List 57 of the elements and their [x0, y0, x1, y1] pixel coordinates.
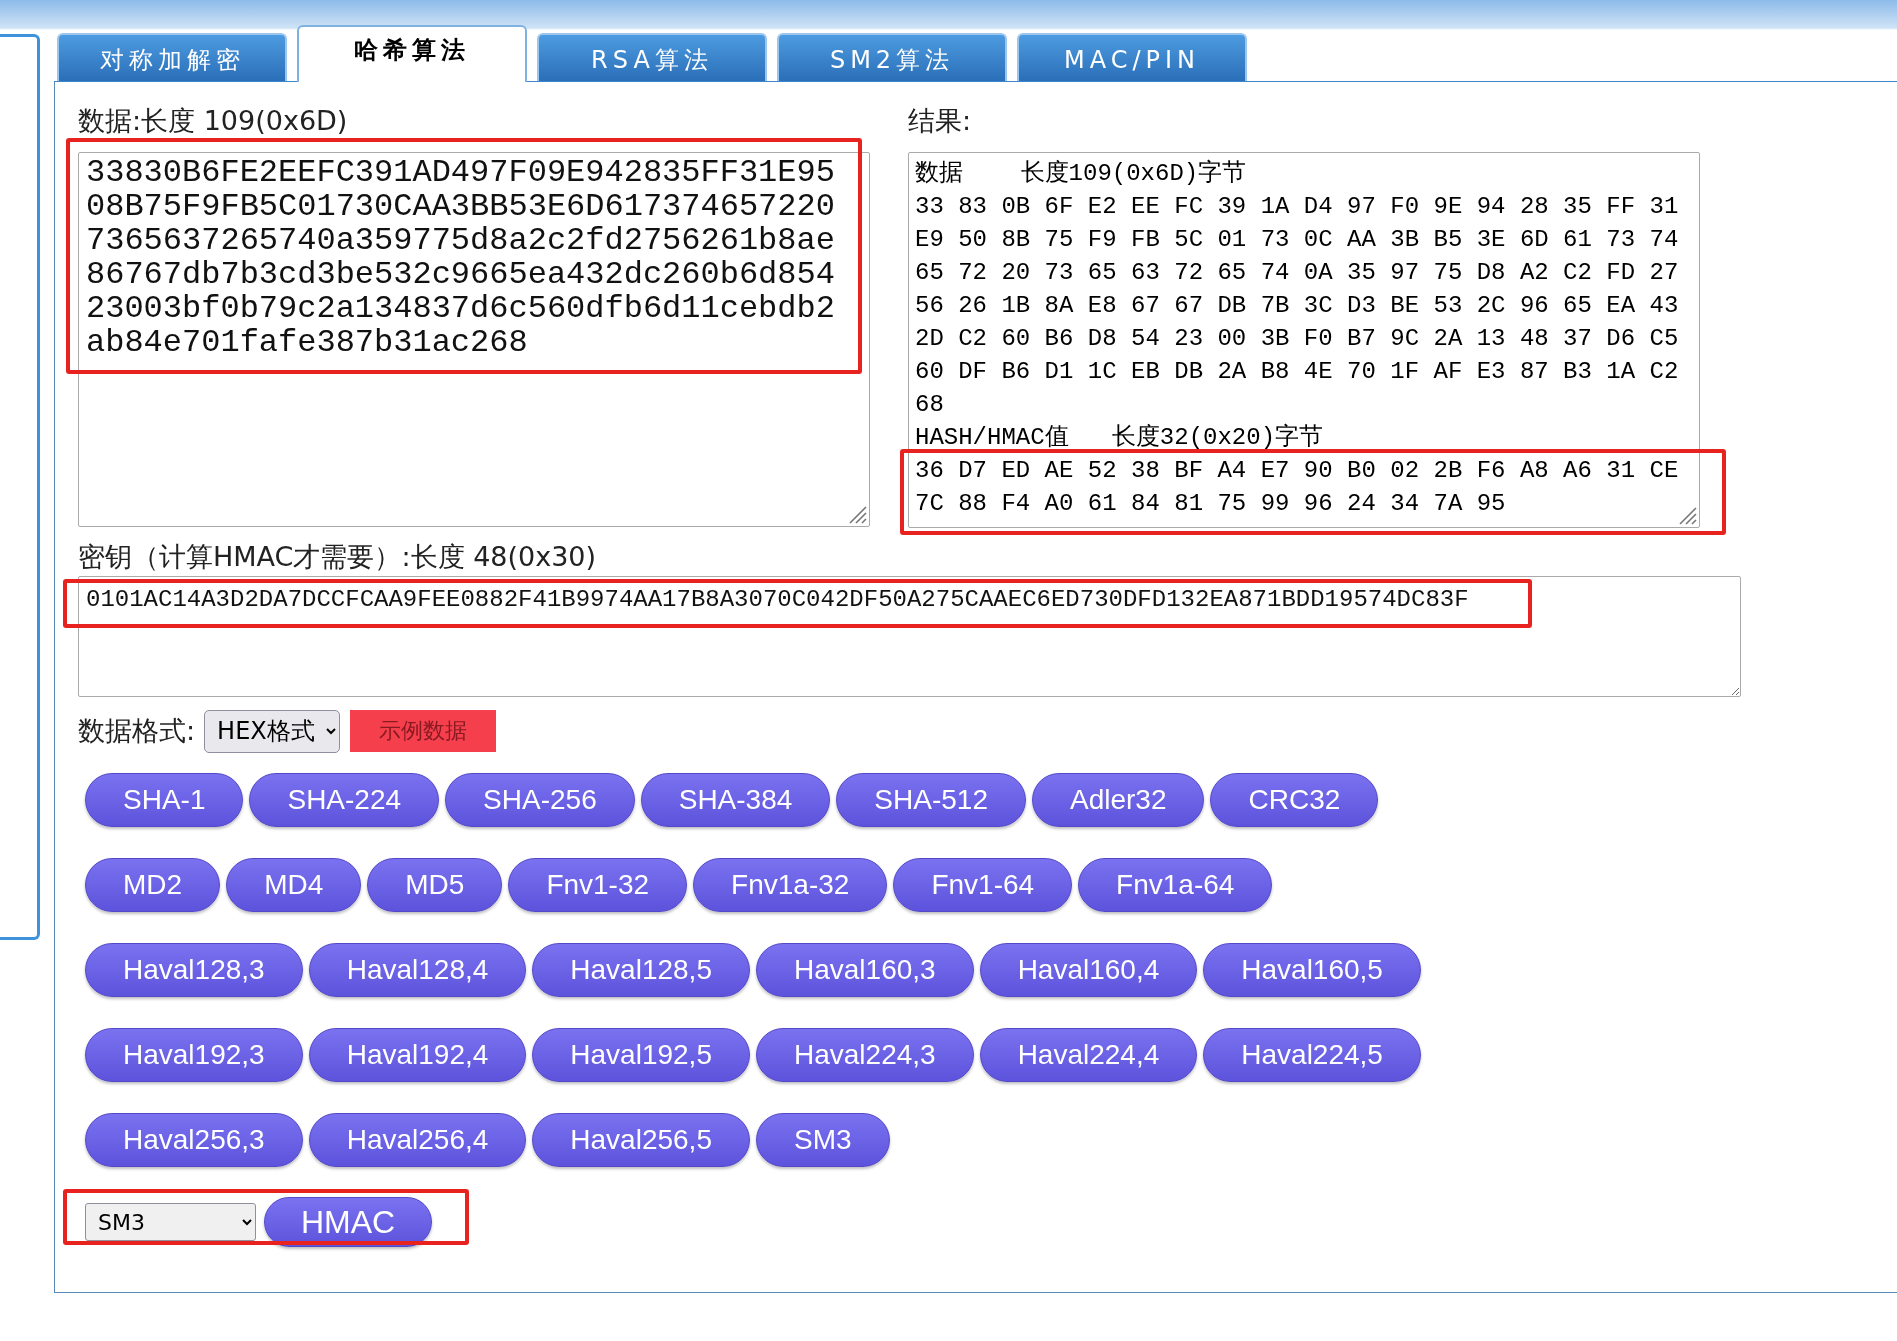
- hash-button[interactable]: Haval256,3: [85, 1113, 303, 1167]
- result-line: HASH/HMAC值 长度32(0x20)字节: [915, 422, 1324, 453]
- result-line: 33 83 0B 6F E2 EE FC 39 1A D4 97 F0 9E 94 28 35 FF 31: [915, 192, 1679, 222]
- hash-button[interactable]: Fnv1-64: [893, 858, 1073, 912]
- hash-button[interactable]: Haval160,5: [1203, 943, 1421, 997]
- data-field[interactable]: 33830B6FE2EEFC391AD497F09E942835FF31E9508B75F9FB5C01730CAA3BB53E6D6173746572207365637265740a359775d8a2c2fd2756261b8ae86767db7b3cd3be532c9665ea432dc260b6d85423003bf0b79c2a134837d6c560dfb6d11cebdb2ab84e701fafe387b31ac268: [78, 152, 870, 527]
- hmac-button[interactable]: HMAC: [264, 1197, 433, 1247]
- hash-button[interactable]: Haval128,5: [532, 943, 750, 997]
- sample-data-button[interactable]: 示例数据: [350, 710, 497, 752]
- field-label: 密钥（计算HMAC才需要）:长度 48(0x30): [78, 542, 597, 572]
- tab[interactable]: RSA算法: [537, 33, 767, 81]
- hash-button[interactable]: Fnv1a-32: [693, 858, 888, 912]
- field-label: 数据格式:: [78, 716, 196, 746]
- field-label: 数据:长度 109(0x6D): [78, 106, 348, 136]
- hash-button[interactable]: Haval256,4: [308, 1113, 527, 1167]
- algorithm-select[interactable]: SM3: [85, 1203, 256, 1241]
- tab[interactable]: 哈希算法: [297, 25, 527, 82]
- hash-button[interactable]: Haval160,4: [979, 943, 1198, 997]
- result-line: 68: [915, 390, 944, 420]
- hash-button[interactable]: Haval192,5: [532, 1028, 750, 1082]
- hash-button[interactable]: Fnv1a-64: [1078, 858, 1273, 912]
- result-line: 56 26 1B 8A E8 67 67 DB 7B 3C D3 BE 53 2C 96 65 EA 43: [915, 291, 1679, 321]
- result-field[interactable]: [908, 152, 1700, 528]
- hash-button[interactable]: SHA-256: [445, 773, 635, 827]
- result-line: 7C 88 F4 A0 61 84 81 75 99 96 24 34 7A 95: [915, 489, 1506, 519]
- tab[interactable]: SM2算法: [777, 33, 1007, 81]
- hash-button[interactable]: Haval224,4: [979, 1028, 1198, 1082]
- result-line: E9 50 8B 75 F9 FB 5C 01 73 0C AA 3B B5 3E 6D 61 73 74: [915, 225, 1679, 255]
- hash-button[interactable]: SHA-384: [640, 773, 831, 827]
- result-line: 2D C2 60 B6 D8 54 23 00 3B F0 B7 9C 2A 13 48 37 D6 C5: [915, 324, 1679, 354]
- hash-button[interactable]: Haval128,4: [308, 943, 527, 997]
- format-select[interactable]: HEX格式: [204, 709, 341, 753]
- hash-button[interactable]: Haval256,5: [532, 1113, 750, 1167]
- hash-button[interactable]: SHA-1: [85, 773, 244, 827]
- hash-button[interactable]: SHA-224: [249, 773, 440, 827]
- result-line: 36 D7 ED AE 52 38 BF A4 E7 90 B0 02 2B F6 A8 A6 31 CE: [915, 456, 1679, 486]
- hash-button[interactable]: Haval192,4: [308, 1028, 527, 1082]
- hash-button[interactable]: Haval160,3: [755, 943, 974, 997]
- hash-button[interactable]: SM3: [755, 1113, 890, 1167]
- hash-button[interactable]: Haval224,5: [1203, 1028, 1421, 1082]
- hash-button[interactable]: Haval224,3: [755, 1028, 974, 1082]
- tab[interactable]: MAC/PIN: [1017, 33, 1247, 81]
- hash-button[interactable]: SHA-512: [836, 773, 1026, 827]
- hash-button[interactable]: CRC32: [1210, 773, 1379, 827]
- tab[interactable]: 对称加解密: [57, 33, 287, 81]
- result-line: 数据 长度109(0x6D)字节: [915, 158, 1247, 189]
- key-field[interactable]: 0101AC14A3D2DA7DCCFCAA9FEE0882F41B9974AA17B8A3070C042DF50A275CAAEC6ED730DFD132EA871BDD19574DC83F: [78, 576, 1741, 697]
- hash-button[interactable]: MD2: [85, 858, 221, 912]
- hash-button[interactable]: Fnv1-32: [508, 858, 688, 912]
- hash-button[interactable]: MD5: [367, 858, 503, 912]
- result-line: 65 72 20 73 65 63 72 65 74 0A 35 97 75 D8 A2 C2 FD 27: [915, 258, 1679, 288]
- hash-button[interactable]: Adler32: [1031, 773, 1205, 827]
- hash-button[interactable]: MD4: [226, 858, 362, 912]
- hash-button[interactable]: Haval192,3: [85, 1028, 303, 1082]
- hash-button[interactable]: Haval128,3: [85, 943, 303, 997]
- field-label: 结果:: [908, 106, 972, 136]
- result-line: 60 DF B6 D1 1C EB DB 2A B8 4E 70 1F AF E3 87 B3 1A C2: [915, 357, 1679, 387]
